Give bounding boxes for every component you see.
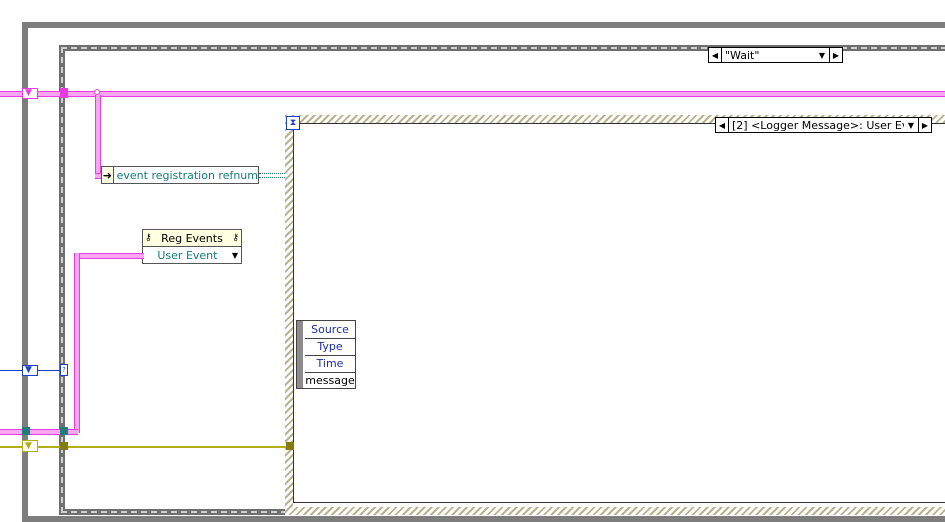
event-reg-wire[interactable] [259,173,285,178]
event-data-source[interactable]: Source [305,321,355,339]
case-selector[interactable]: ◀ "Wait" ▼ ▶ [708,47,843,63]
user-event-wire-v[interactable] [74,253,80,433]
next-event-arrow-icon[interactable]: ▶ [918,118,931,132]
event-data-message[interactable]: message [305,372,355,389]
error-wire[interactable] [0,446,290,448]
shift-register-arrow-icon: ▼ [25,365,32,375]
prev-event-arrow-icon[interactable]: ◀ [716,118,729,132]
key-icon: ⚷ [145,233,152,243]
error-event-tunnel[interactable] [286,442,294,450]
tunnel-teal-left[interactable] [22,427,30,435]
tunnel-teal-case[interactable] [60,427,68,435]
error-case-tunnel[interactable] [60,442,68,450]
prev-case-arrow-icon[interactable]: ◀ [709,48,722,62]
event-data-type[interactable]: Type [305,338,355,356]
case-tunnel-pink[interactable] [60,88,68,98]
shift-register-arrow-icon: ▼ [25,88,32,98]
reg-events-header: ⚷ Reg Events ⚷ [143,230,241,247]
hourglass-icon[interactable]: ⧗ [286,116,300,130]
event-structure-inner [293,123,945,503]
next-case-arrow-icon[interactable]: ▶ [829,48,842,62]
event-selector-label: [2] <Logger Message>: User Event [732,118,904,132]
event-data-node[interactable]: Source Type Time message [296,320,356,389]
key-icon: ⚷ [232,233,239,243]
refnum-wire-branch[interactable] [95,95,101,175]
arrow-right-icon: ➜ [102,167,114,183]
case-selector-terminal[interactable]: ? [60,364,68,376]
event-data-time[interactable]: Time [305,355,355,373]
refnum-wire-top[interactable] [0,91,945,97]
event-selector[interactable]: ◀ [2] <Logger Message>: User Event ▼ ▶ [715,117,932,133]
event-registration-refnum-node[interactable]: ➜ event registration refnum [101,166,259,184]
reg-events-item[interactable]: User Event ▼ [143,247,241,264]
shift-register-arrow-icon: ▼ [25,441,32,451]
reg-events-title: Reg Events [161,231,223,245]
user-event-label: User Event [157,249,218,262]
event-registration-label: event registration refnum [116,168,258,182]
chevron-down-icon[interactable]: ▼ [232,251,241,260]
case-selector-label: "Wait" [725,48,760,62]
reg-events-node[interactable]: ⚷ Reg Events ⚷ User Event ▼ [142,229,242,264]
chevron-down-icon[interactable]: ▼ [815,51,829,60]
event-data-node-bar [297,321,303,388]
chevron-down-icon[interactable]: ▼ [904,121,918,130]
user-event-wire-h[interactable] [74,253,144,259]
